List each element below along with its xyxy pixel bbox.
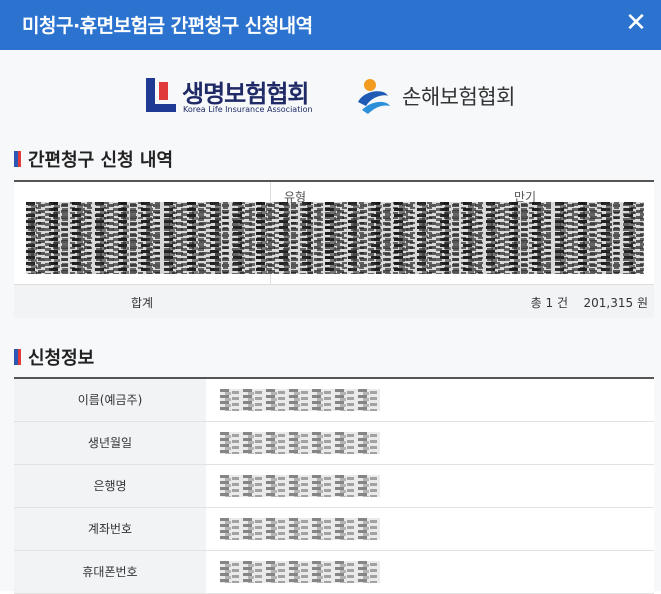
label-phone: 휴대폰번호 [14, 551, 206, 593]
nonlife-insurance-name: 손해보험협회 [402, 85, 515, 109]
summary-count: 총 1 건 [530, 296, 568, 310]
nonlife-insurance-mark-icon [358, 79, 390, 114]
redacted-bank [220, 475, 380, 497]
section-flag-icon [14, 151, 21, 167]
row-name: 이름(예금주) [14, 379, 654, 422]
association-logos: 생명보험협회 Korea Life Insurance Association … [0, 72, 661, 122]
life-insurance-name: 생명보험협회 [182, 80, 309, 108]
applicant-section-title: 신청정보 [14, 344, 94, 370]
claims-summary-row: 합계 총 1 건 201,315 원 [14, 284, 654, 318]
close-icon[interactable]: ✕ [619, 6, 653, 40]
window-title: 미청구·휴면보험금 간편청구 신청내역 [22, 15, 313, 37]
row-account: 계좌번호 [14, 508, 654, 551]
life-insurance-logo: 생명보험협회 Korea Life Insurance Association [146, 74, 336, 118]
row-phone: 휴대폰번호 [14, 551, 654, 594]
life-insurance-subtitle: Korea Life Insurance Association [183, 105, 313, 114]
claims-section-title: 간편청구 신청 내역 [14, 146, 173, 172]
summary-label: 합계 [130, 296, 154, 310]
summary-amount: 201,315 원 [583, 296, 648, 310]
label-bank: 은행명 [14, 465, 206, 507]
modal-body: 생명보험협회 Korea Life Insurance Association … [0, 50, 661, 594]
redacted-claims-rows [26, 202, 644, 274]
redacted-phone [220, 561, 380, 583]
redacted-name [220, 389, 380, 411]
label-account: 계좌번호 [14, 508, 206, 550]
redacted-birthdate [220, 432, 380, 454]
row-birthdate: 생년월일 [14, 422, 654, 465]
claims-table: 유형 만기 합계 총 1 건 201,315 원 [14, 180, 654, 318]
nonlife-insurance-logo: 손해보험협회 [354, 74, 534, 118]
window-titlebar: 미청구·휴면보험금 간편청구 신청내역 ✕ [0, 0, 661, 50]
life-insurance-mark-icon [146, 78, 176, 112]
row-bank: 은행명 [14, 465, 654, 508]
label-name: 이름(예금주) [14, 379, 206, 421]
section-flag-icon [14, 349, 21, 365]
redacted-account [220, 518, 380, 540]
label-birthdate: 생년월일 [14, 422, 206, 464]
applicant-info-table: 이름(예금주) 생년월일 은행명 계좌번호 휴대폰번호 [14, 377, 654, 594]
